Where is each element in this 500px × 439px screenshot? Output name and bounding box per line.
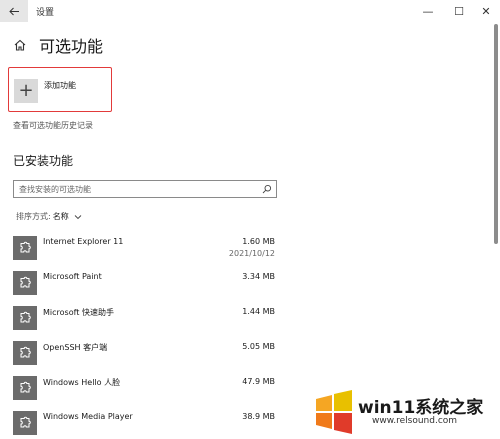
feature-size: 38.9 MB [242, 412, 275, 421]
search-icon[interactable] [262, 184, 272, 194]
feature-size: 1.60 MB [242, 237, 275, 246]
feature-item[interactable]: OpenSSH 客户端 5.05 MB [13, 341, 275, 369]
scrollbar[interactable] [494, 24, 498, 244]
feature-name: Microsoft 快速助手 [43, 308, 114, 317]
feature-name: Windows Media Player [43, 412, 133, 421]
sort-label: 排序方式: [16, 212, 51, 221]
watermark-url: www.relsound.com [372, 416, 458, 426]
search-box[interactable] [13, 180, 277, 198]
feature-size: 5.05 MB [242, 342, 275, 351]
title-bar: 设置 — ☐ ✕ [0, 0, 500, 22]
sort-dropdown[interactable]: 排序方式: 名称 [16, 211, 82, 222]
feature-item[interactable]: Internet Explorer 11 1.60 MB 2021/10/12 [13, 236, 275, 264]
feature-name: OpenSSH 客户端 [43, 343, 108, 352]
feature-size: 47.9 MB [242, 377, 275, 386]
watermark-text: win11系统之家 [358, 398, 484, 418]
minimize-button[interactable]: — [412, 0, 444, 22]
arrow-left-icon [8, 7, 19, 15]
feature-date: 2021/10/12 [228, 249, 275, 258]
app-title: 设置 [36, 8, 55, 18]
feature-size: 3.34 MB [242, 272, 275, 281]
watermark: win11系统之家 www.relsound.com [312, 385, 500, 436]
chevron-down-icon [74, 214, 82, 219]
page-title: 可选功能 [39, 37, 104, 56]
puzzle-piece-icon [13, 271, 37, 295]
puzzle-piece-icon [13, 341, 37, 365]
feature-item[interactable]: Microsoft Paint 3.34 MB [13, 271, 275, 299]
home-icon[interactable] [13, 38, 27, 52]
plus-icon: + [18, 80, 34, 101]
windows-logo-icon [316, 390, 352, 434]
puzzle-piece-icon [13, 411, 37, 435]
close-button[interactable]: ✕ [470, 0, 500, 22]
section-title-installed: 已安装功能 [13, 154, 74, 168]
back-button[interactable] [0, 0, 28, 22]
feature-name: Microsoft Paint [43, 272, 102, 281]
history-link[interactable]: 查看可选功能历史记录 [13, 120, 93, 131]
add-feature-button[interactable]: + [14, 79, 38, 103]
feature-item[interactable]: Windows Media Player 38.9 MB [13, 411, 275, 439]
search-input[interactable] [19, 182, 249, 196]
feature-name: Internet Explorer 11 [43, 237, 124, 246]
maximize-icon: ☐ [454, 4, 464, 18]
close-icon: ✕ [481, 4, 491, 18]
minimize-icon: — [422, 4, 434, 18]
add-feature-label[interactable]: 添加功能 [44, 80, 76, 91]
feature-name: Windows Hello 人脸 [43, 378, 121, 387]
puzzle-piece-icon [13, 376, 37, 400]
feature-item[interactable]: Windows Hello 人脸 47.9 MB [13, 376, 275, 404]
puzzle-piece-icon [13, 236, 37, 260]
feature-size: 1.44 MB [242, 307, 275, 316]
sort-value: 名称 [52, 212, 69, 221]
puzzle-piece-icon [13, 306, 37, 330]
feature-item[interactable]: Microsoft 快速助手 1.44 MB [13, 306, 275, 334]
